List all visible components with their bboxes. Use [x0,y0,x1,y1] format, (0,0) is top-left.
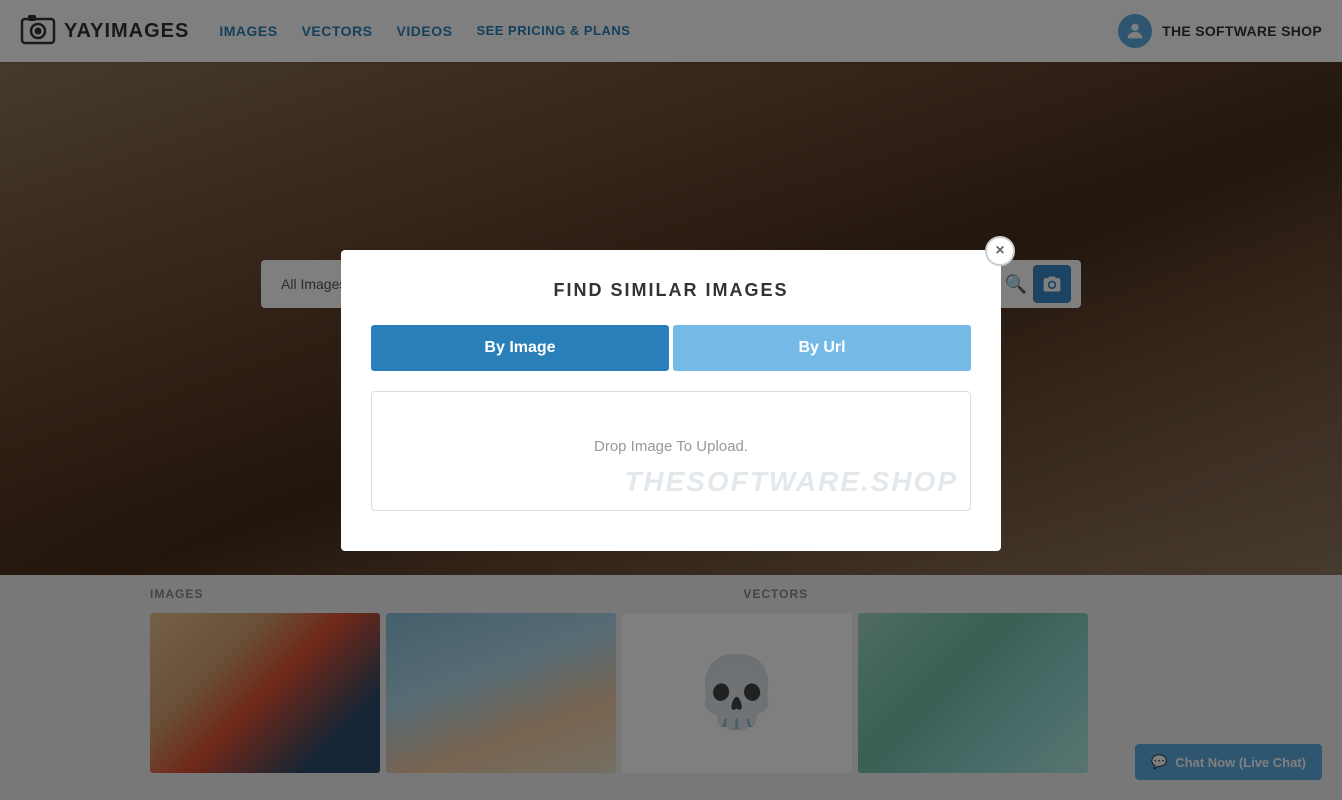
drop-zone[interactable]: Drop Image To Upload. THESOFTWARE.SHOP [371,391,971,511]
modal-tabs: By Image By Url [371,325,971,371]
modal-title: FIND SIMILAR IMAGES [371,280,971,301]
close-icon: × [995,242,1004,260]
drop-text: Drop Image To Upload. [594,438,748,455]
tab-by-url[interactable]: By Url [673,325,971,371]
modal-close-button[interactable]: × [985,236,1015,266]
find-similar-images-modal: × FIND SIMILAR IMAGES By Image By Url Dr… [341,250,1001,551]
modal-overlay[interactable]: × FIND SIMILAR IMAGES By Image By Url Dr… [0,0,1342,800]
tab-by-image[interactable]: By Image [371,325,669,371]
watermark-text: THESOFTWARE.SHOP [624,466,958,498]
